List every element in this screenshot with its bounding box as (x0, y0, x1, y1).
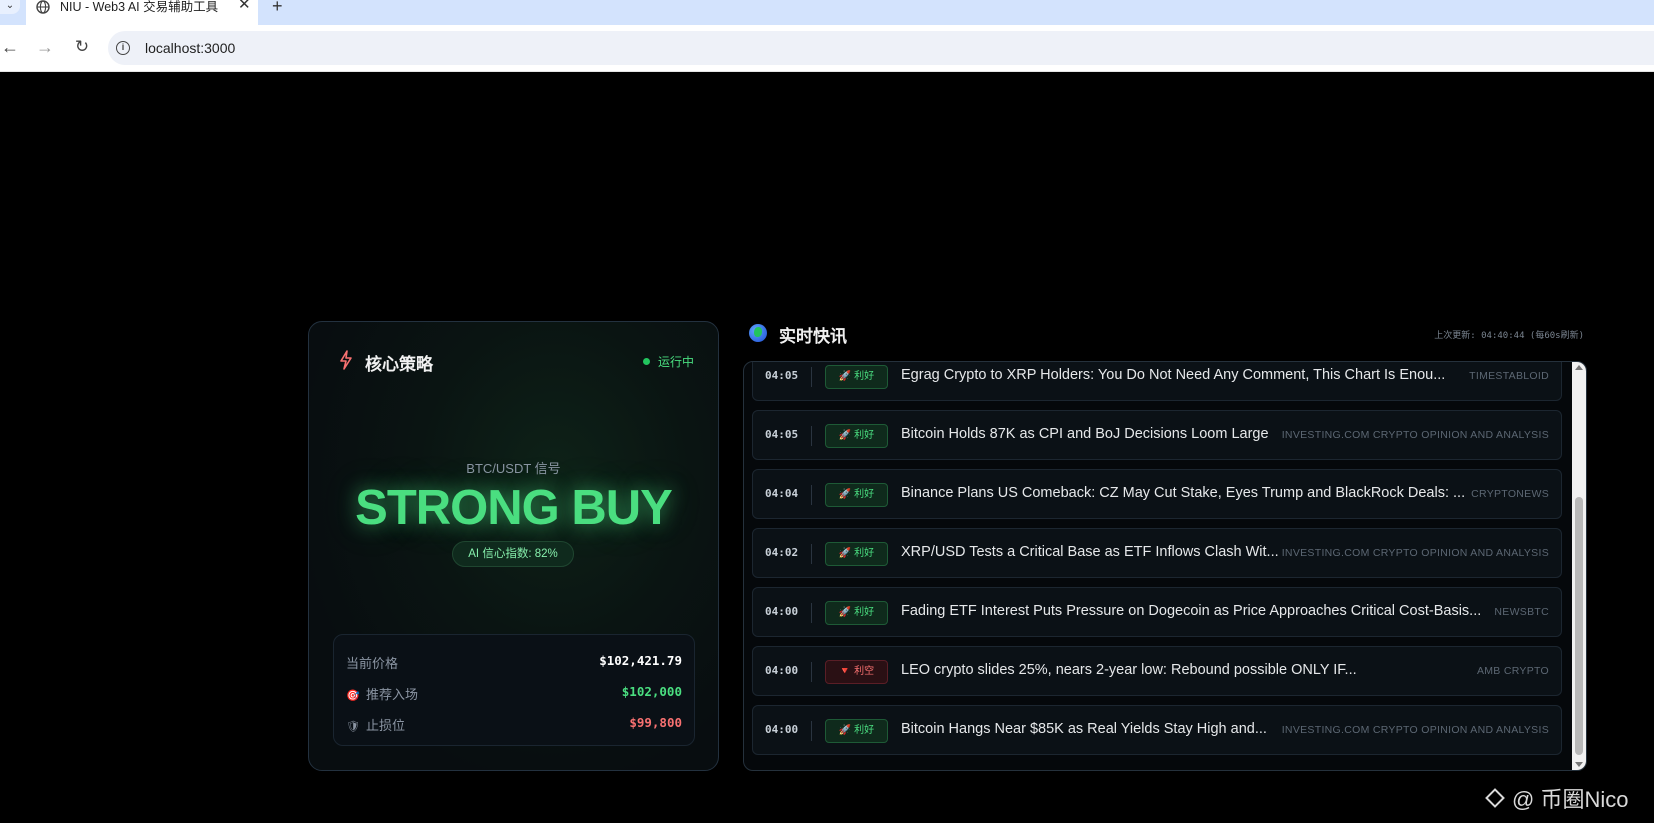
news-source: INVESTING.COM CRYPTO OPINION AND ANALYSI… (1281, 724, 1549, 736)
news-time: 04:00 (765, 664, 799, 677)
news-headline[interactable]: LEO crypto slides 25%, nears 2-year low:… (901, 662, 1357, 678)
news-headline[interactable]: Binance Plans US Comeback: CZ May Cut St… (901, 485, 1465, 501)
news-item[interactable]: 04:05 🚀 利好 Bitcoin Holds 87K as CPI and Bo… (752, 410, 1562, 460)
scrollbar-thumb[interactable] (1575, 497, 1583, 755)
news-item[interactable]: 04:02 🚀 利好 XRP/USD Tests a Critical Base a… (752, 528, 1562, 578)
sentiment-badge: 🔻 利空 (825, 660, 888, 684)
entry-price-value: $102,000 (621, 684, 682, 699)
news-headline[interactable]: Egrag Crypto to XRP Holders: You Do Not … (901, 367, 1445, 383)
divider (811, 426, 812, 446)
news-feed[interactable]: 04:05 🚀 利好 Egrag Crypto to XRP Holders: Yo… (743, 361, 1587, 771)
sentiment-badge: 🚀 利好 (825, 601, 888, 625)
divider (811, 662, 812, 682)
news-list: 04:05 🚀 利好 Egrag Crypto to XRP Holders: Yo… (752, 362, 1562, 764)
watermark: @ 币圈Nico (1485, 782, 1629, 814)
browser-tab-bar: ⌄ NIU - Web3 AI 交易辅助工具 ✕ + (0, 0, 1654, 25)
stop-loss-label: 止损位 (366, 718, 406, 733)
url-text[interactable]: localhost:3000 (145, 40, 235, 56)
news-headline[interactable]: Bitcoin Holds 87K as CPI and BoJ Decisio… (901, 426, 1269, 442)
news-headline[interactable]: Fading ETF Interest Puts Pressure on Dog… (901, 603, 1481, 619)
status-badge: 运行中 (642, 353, 694, 370)
current-price-row: 当前价格 $102,421.79 (346, 653, 682, 673)
news-time: 04:02 (765, 546, 799, 559)
stop-loss-row: 🛡 止损位 $99,800 (346, 715, 682, 735)
news-time: 04:00 (765, 605, 799, 618)
tab-title: NIU - Web3 AI 交易辅助工具 (60, 0, 219, 14)
news-time: 04:04 (765, 487, 799, 500)
divider (811, 721, 812, 741)
forward-arrow-icon[interactable]: → (35, 37, 55, 57)
new-tab-button[interactable]: + (272, 0, 283, 15)
shield-icon: 🛡 (346, 721, 360, 733)
sentiment-badge: 🚀 利好 (825, 424, 888, 448)
news-source: INVESTING.COM CRYPTO OPINION AND ANALYSI… (1281, 429, 1549, 441)
status-label: 运行中 (657, 355, 694, 369)
lightning-icon (340, 350, 352, 370)
divider (811, 544, 812, 564)
reload-icon[interactable]: ↻ (72, 37, 92, 57)
news-source: INVESTING.COM CRYPTO OPINION AND ANALYSI… (1281, 547, 1549, 559)
stop-loss-value: $99,800 (629, 715, 682, 730)
news-source: NEWSBTC (1494, 606, 1549, 618)
news-item[interactable]: 04:05 🚀 利好 Egrag Crypto to XRP Holders: Yo… (752, 362, 1562, 401)
scroll-down-arrow-icon[interactable] (1575, 762, 1583, 767)
scrollbar[interactable] (1572, 362, 1586, 770)
watermark-text: @ 币圈Nico (1512, 787, 1629, 812)
entry-price-label: 推荐入场 (366, 687, 419, 702)
news-source: TIMESTABLOID (1469, 370, 1549, 382)
news-title: 实时快讯 (779, 327, 847, 346)
news-time: 04:05 (765, 369, 799, 382)
address-bar: ← → ↻ i localhost:3000 (0, 25, 1654, 72)
confidence-badge: AI 信心指数: 82% (452, 541, 574, 567)
stop-loss-label-wrap: 🛡 止损位 (346, 715, 405, 734)
back-arrow-icon[interactable]: ← (0, 37, 20, 57)
close-tab-icon[interactable]: ✕ (238, 0, 251, 12)
target-icon: 🎯 (346, 690, 360, 702)
strategy-title: 核心策略 (365, 355, 433, 374)
current-price-value: $102,421.79 (599, 653, 682, 668)
current-price-label: 当前价格 (346, 656, 399, 671)
news-item[interactable]: 04:00 🚀 利好 Fading ETF Interest Puts Pressu… (752, 587, 1562, 637)
entry-price-row: 🎯 推荐入场 $102,000 (346, 684, 682, 704)
last-updated-text: 上次更新: 04:40:44 (每60s刷新) (1434, 331, 1584, 341)
tab-search-chevron-icon[interactable]: ⌄ (0, 0, 20, 14)
sentiment-badge: 🚀 利好 (825, 365, 888, 389)
entry-price-label-wrap: 🎯 推荐入场 (346, 684, 418, 703)
news-item[interactable]: 04:04 🚀 利好 Binance Plans US Comeback: CZ M… (752, 469, 1562, 519)
news-source: CRYPTONEWS (1471, 488, 1549, 500)
price-panel: 当前价格 $102,421.79 🎯 推荐入场 $102,000 🛡 止损位 $99… (333, 634, 695, 746)
sentiment-badge: 🚀 利好 (825, 719, 888, 743)
sentiment-badge: 🚀 利好 (825, 542, 888, 566)
strategy-card: 核心策略 运行中 BTC/USDT 信号 STRONG BUY AI 信心指数:… (308, 321, 719, 771)
news-time: 04:00 (765, 723, 799, 736)
divider (811, 485, 812, 505)
url-field[interactable]: i localhost:3000 (108, 31, 1654, 65)
pair-label: BTC/USDT 信号 (466, 461, 561, 476)
divider (811, 603, 812, 623)
browser-tab[interactable]: NIU - Web3 AI 交易辅助工具 ✕ (26, 0, 258, 25)
site-info-icon[interactable]: i (116, 41, 130, 55)
status-dot-icon (642, 358, 650, 365)
scroll-up-arrow-icon[interactable] (1575, 365, 1583, 370)
news-headline[interactable]: XRP/USD Tests a Critical Base as ETF Inf… (901, 544, 1279, 560)
sentiment-badge: 🚀 利好 (825, 483, 888, 507)
news-headline[interactable]: Bitcoin Hangs Near $85K as Real Yields S… (901, 721, 1267, 737)
earth-globe-icon (749, 324, 767, 342)
news-item[interactable]: 04:00 🚀 利好 Bitcoin Hangs Near $85K as Real… (752, 705, 1562, 755)
diamond-logo-icon (1485, 788, 1505, 808)
globe-icon (36, 0, 50, 14)
news-time: 04:05 (765, 428, 799, 441)
news-source: AMB CRYPTO (1476, 665, 1549, 677)
news-item[interactable]: 04:00 🔻 利空 LEO crypto slides 25%, nears 2-… (752, 646, 1562, 696)
signal-text: STRONG BUY (355, 481, 673, 535)
divider (811, 367, 812, 387)
